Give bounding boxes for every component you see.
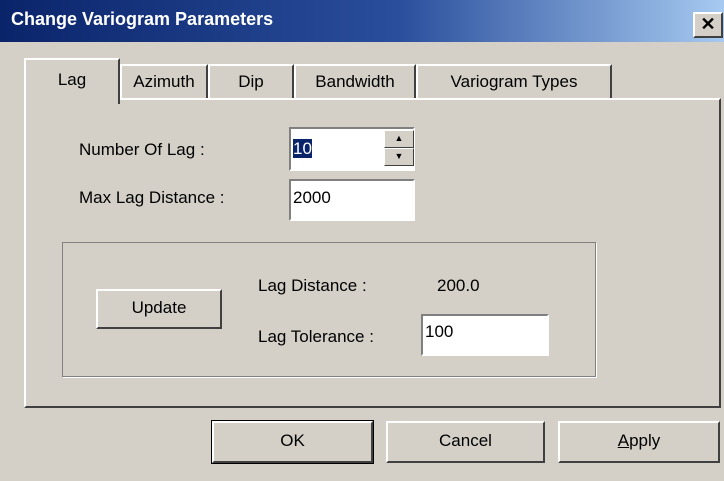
window-title: Change Variogram Parameters <box>11 9 274 29</box>
tab-label: Lag <box>57 70 87 89</box>
spin-down-button[interactable]: ▼ <box>384 148 414 166</box>
lag-tolerance-label: Lag Tolerance : <box>258 327 374 346</box>
lag-tolerance-value: 100 <box>425 322 454 341</box>
close-icon: ✕ <box>700 14 716 34</box>
max-lag-distance-field[interactable]: 2000 <box>289 179 415 221</box>
max-lag-distance-label: Max Lag Distance : <box>79 188 225 207</box>
ok-button-label: OK <box>280 431 305 450</box>
close-button[interactable]: ✕ <box>693 12 723 38</box>
tab-label: Dip <box>238 72 264 91</box>
spin-up-button[interactable]: ▲ <box>384 130 414 148</box>
max-lag-distance-value: 2000 <box>293 188 331 207</box>
ok-button[interactable]: OK <box>211 420 374 464</box>
tab-label: Azimuth <box>133 72 195 91</box>
tab-label: Variogram Types <box>450 72 578 91</box>
update-button[interactable]: Update <box>96 289 222 329</box>
spin-up-icon: ▲ <box>394 133 404 143</box>
lag-tolerance-field[interactable]: 100 <box>421 314 549 356</box>
apply-mnemonic: A <box>617 431 630 450</box>
tab-azimuth[interactable]: Azimuth <box>120 64 208 100</box>
tab-dip[interactable]: Dip <box>208 64 294 100</box>
apply-button[interactable]: Apply <box>558 421 720 463</box>
apply-button-label: Apply <box>618 431 661 450</box>
number-of-lag-label: Number Of Lag : <box>79 140 205 159</box>
number-of-lag-value: 10 <box>293 139 312 158</box>
lag-distance-value: 200.0 <box>437 276 480 295</box>
apply-label-rest: pply <box>629 431 661 450</box>
update-button-label: Update <box>131 298 187 317</box>
tab-label: Bandwidth <box>315 72 395 91</box>
spin-down-icon: ▼ <box>394 151 404 161</box>
cancel-button[interactable]: Cancel <box>386 421 545 463</box>
lag-distance-label: Lag Distance : <box>258 276 367 295</box>
tab-lag[interactable]: Lag <box>24 58 120 104</box>
tab-variogram-types[interactable]: Variogram Types <box>416 64 612 100</box>
cancel-button-label: Cancel <box>439 431 492 450</box>
title-bar[interactable]: Change Variogram Parameters ✕ <box>0 0 724 42</box>
tab-bandwidth[interactable]: Bandwidth <box>294 64 416 100</box>
